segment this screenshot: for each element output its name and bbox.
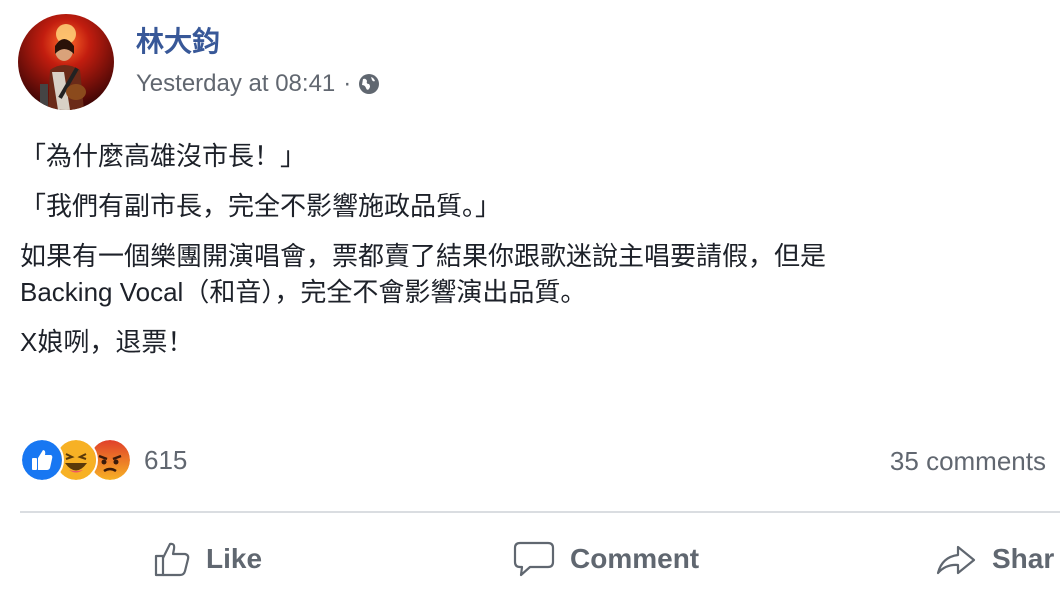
post-timestamp[interactable]: Yesterday at 08:41 <box>136 70 335 98</box>
comment-button[interactable]: Comment <box>512 534 699 584</box>
share-button-label: Shar <box>992 543 1055 574</box>
reactions-summary[interactable]: 615 <box>20 438 187 482</box>
share-arrow-icon <box>936 545 976 575</box>
like-button[interactable]: Like <box>152 534 262 584</box>
share-button[interactable]: Shar <box>934 534 1054 584</box>
post-paragraph: 「為什麼高雄沒市長！」 <box>20 141 307 171</box>
guitarist-avatar-icon <box>18 14 114 110</box>
globe-icon[interactable] <box>357 72 381 96</box>
reaction-count: 615 <box>144 444 188 475</box>
author-avatar[interactable] <box>18 14 114 110</box>
author-name[interactable]: 林大鈞 <box>136 20 220 60</box>
like-reaction-icon <box>20 438 64 482</box>
post-body: 「為什麼高雄沒市長！」 「我們有副市長，完全不影響施政品質。」 如果有一個樂團開… <box>20 138 1060 360</box>
speech-bubble-icon <box>513 541 555 577</box>
actions-divider <box>20 511 1060 513</box>
post-paragraph-line: Backing Vocal（和音），完全不會影響演出品質。 <box>20 277 587 307</box>
comments-count-link[interactable]: 35 comments <box>890 446 1046 477</box>
meta-separator: · <box>343 70 352 97</box>
post-paragraph: 「我們有副市長，完全不影響施政品質。」 <box>20 191 502 221</box>
post-meta: Yesterday at 08:41 · <box>136 70 381 98</box>
facebook-post: 林大鈞 Yesterday at 08:41 · 「為什麼高雄沒市長！」 「我們… <box>0 0 1060 596</box>
like-button-label: Like <box>206 543 263 574</box>
post-paragraph: X娘咧，退票！ <box>20 327 194 357</box>
post-paragraph-line: 如果有一個樂團開演唱會，票都賣了結果你跟歌迷說主唱要請假，但是 <box>20 241 827 271</box>
comment-button-label: Comment <box>570 543 700 574</box>
thumbs-up-icon <box>154 542 190 577</box>
